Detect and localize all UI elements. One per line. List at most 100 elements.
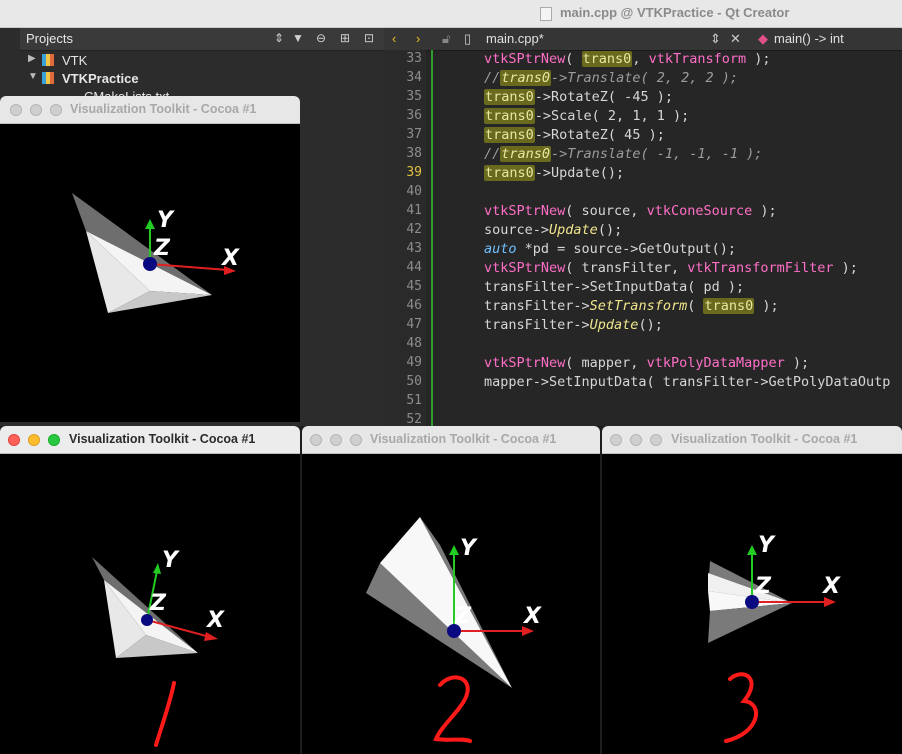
code-line: vtkSPtrNew( transFilter, vtkTransformFil… (484, 260, 858, 276)
close-icon[interactable] (310, 434, 322, 446)
line-number: 50 (406, 374, 422, 389)
handwritten-number-1 (154, 681, 176, 747)
code-editor[interactable]: ‹ › 🔓︎ ▯ main.cpp* ⇕ ✕ ◆ main() -> int 3… (384, 28, 902, 427)
updown-chevron-icon[interactable]: ⇕ (274, 31, 284, 45)
line-number: 40 (406, 184, 422, 199)
filter-icon[interactable]: ▼ (292, 31, 304, 45)
close-panel-icon[interactable]: ⊡ (364, 31, 374, 45)
y-axis-label: Y (460, 536, 478, 561)
vtk-render-view[interactable]: Y Z X (302, 453, 600, 754)
vtk-window-3[interactable]: Visualization Toolkit - Cocoa #1 Y Z X (602, 426, 902, 754)
vtk-window-1[interactable]: Visualization Toolkit - Cocoa #1 Y Z X (0, 426, 300, 754)
vtk-titlebar: Visualization Toolkit - Cocoa #1 (602, 426, 902, 454)
minimize-icon[interactable] (30, 104, 42, 116)
close-icon[interactable] (8, 434, 20, 446)
x-axis-label: X (821, 574, 841, 599)
line-number: 48 (406, 336, 422, 351)
project-icon (42, 54, 54, 66)
close-file-icon[interactable]: ✕ (730, 31, 741, 47)
file-icon: ▯ (464, 31, 472, 46)
updown-chevron-icon[interactable]: ⇕ (710, 31, 721, 47)
x-axis-label: X (205, 608, 225, 633)
function-selector[interactable]: main() -> int (774, 31, 844, 46)
forward-arrow-icon[interactable]: › (416, 31, 420, 46)
z-axis-label: Z (454, 604, 472, 629)
vtk-window-title: Visualization Toolkit - Cocoa #1 (370, 432, 557, 446)
y-axis-label: Y (157, 208, 175, 233)
line-number: 35 (406, 89, 422, 104)
y-axis-label: Y (162, 548, 180, 573)
code-line: transFilter->SetInputData( pd ); (484, 279, 745, 295)
line-number-gutter: 33 34 35 36 37 38 39 40 41 42 43 44 45 4… (384, 50, 426, 427)
project-icon (42, 72, 54, 84)
vtk-window-title: Visualization Toolkit - Cocoa #1 (69, 432, 256, 446)
split-icon[interactable]: ⊞ (340, 31, 350, 45)
vtk-window-title: Visualization Toolkit - Cocoa #1 (70, 102, 257, 116)
back-arrow-icon[interactable]: ‹ (392, 31, 396, 46)
code-line: transFilter->Update(); (484, 317, 663, 333)
x-axis-arrow (204, 632, 218, 641)
x-axis-label: X (522, 604, 542, 629)
line-number: 49 (406, 355, 422, 370)
zoom-icon[interactable] (50, 104, 62, 116)
line-number: 37 (406, 127, 422, 142)
vtk-render-view[interactable]: Y Z X (602, 453, 902, 754)
handwritten-number-2 (433, 675, 472, 743)
line-number: 43 (406, 241, 422, 256)
chevron-right-icon: ▶ (28, 53, 36, 64)
y-axis-label: Y (758, 533, 776, 558)
document-icon (540, 7, 552, 21)
lock-icon: 🔓︎ (442, 31, 451, 46)
y-axis-arrow (747, 545, 757, 555)
x-axis-label: X (220, 246, 240, 271)
change-indicator (431, 50, 433, 426)
editor-file-tab[interactable]: main.cpp* (486, 31, 544, 46)
zoom-icon[interactable] (350, 434, 362, 446)
line-number: 47 (406, 317, 422, 332)
close-icon[interactable] (610, 434, 622, 446)
projects-label: Projects (26, 31, 73, 46)
code-line: mapper->SetInputData( transFilter->GetPo… (484, 374, 891, 390)
code-line: vtkSPtrNew( mapper, vtkPolyDataMapper ); (484, 355, 810, 371)
line-number: 38 (406, 146, 422, 161)
vtk-window-title: Visualization Toolkit - Cocoa #1 (671, 432, 858, 446)
line-number: 42 (406, 222, 422, 237)
line-number: 36 (406, 108, 422, 123)
zoom-icon[interactable] (48, 434, 60, 446)
z-axis-label: Z (754, 574, 772, 599)
vtk-render-view[interactable]: Y Z X (0, 453, 300, 754)
vtk-titlebar: Visualization Toolkit - Cocoa #1 (0, 96, 300, 124)
vtk-titlebar: Visualization Toolkit - Cocoa #1 (302, 426, 600, 454)
zoom-icon[interactable] (650, 434, 662, 446)
line-number: 52 (406, 412, 422, 427)
vtk-window-0[interactable]: Visualization Toolkit - Cocoa #1 Y Z X (0, 96, 300, 422)
vtk-render-view[interactable]: Y Z X (0, 123, 300, 422)
y-axis-arrow (153, 563, 161, 574)
line-number: 45 (406, 279, 422, 294)
line-number: 33 (406, 51, 422, 66)
minimize-icon[interactable] (330, 434, 342, 446)
function-marker-icon: ◆ (758, 31, 768, 46)
projects-header: Projects ⇕ ▼ ⊖ ⊞ ⊡ (20, 28, 384, 51)
vtk-window-2[interactable]: Visualization Toolkit - Cocoa #1 Y Z X (302, 426, 600, 754)
line-number: 34 (406, 70, 422, 85)
z-axis-label: Z (153, 236, 171, 261)
minimize-icon[interactable] (630, 434, 642, 446)
z-axis-label: Z (149, 591, 167, 616)
minimize-icon[interactable] (28, 434, 40, 446)
tree-item-vtk[interactable]: ▶ VTK (20, 52, 384, 70)
code-line: trans0->Update(); (484, 165, 625, 181)
y-axis-arrow (449, 545, 459, 555)
code-line: trans0->Scale( 2, 1, 1 ); (484, 108, 690, 124)
handwritten-number-3 (724, 672, 759, 743)
code-line: //trans0->Translate( 2, 2, 2 ); (484, 70, 738, 86)
code-line: transFilter->SetTransform( trans0 ); (484, 298, 779, 314)
line-number: 51 (406, 393, 422, 408)
link-icon[interactable]: ⊖ (316, 31, 326, 45)
code-line: auto *pd = source->GetOutput(); (484, 241, 736, 257)
close-icon[interactable] (10, 104, 22, 116)
code-line: trans0->RotateZ( -45 ); (484, 89, 673, 105)
chevron-down-icon: ▼ (28, 71, 38, 82)
vtk-titlebar: Visualization Toolkit - Cocoa #1 (0, 426, 300, 454)
tree-item-vtkpractice[interactable]: ▼ VTKPractice (20, 70, 384, 88)
